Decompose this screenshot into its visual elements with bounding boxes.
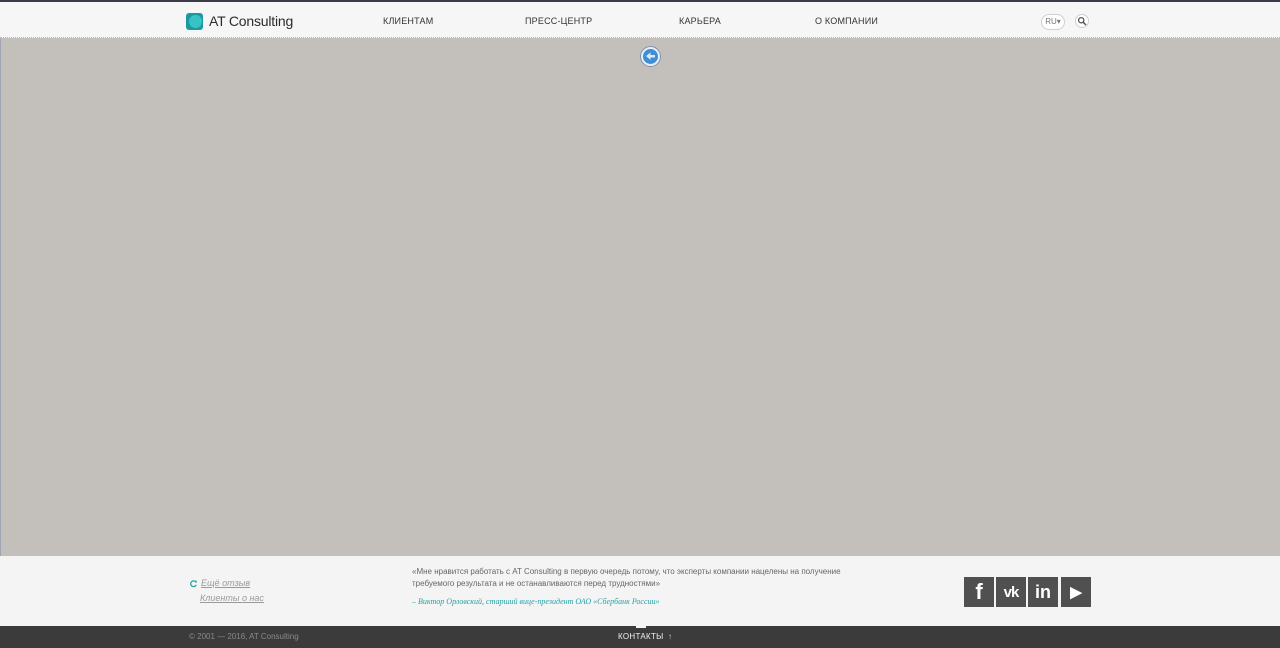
logo-text: AT Consulting <box>209 13 294 29</box>
refresh-icon <box>190 579 197 587</box>
logo[interactable]: AT Consulting <box>186 12 293 30</box>
linkedin-glyph: in <box>1035 581 1051 602</box>
logo-mark-icon <box>186 12 203 30</box>
contacts-tab-notch <box>636 626 646 628</box>
contacts-button[interactable]: КОНТАКТЫ <box>618 632 664 641</box>
more-review-link[interactable]: Ещё отзыв <box>201 578 250 588</box>
nav-item-career[interactable]: КАРЬЕРА <box>679 16 721 26</box>
youtube-icon[interactable]: ▶ <box>1061 577 1091 607</box>
testimonial-quote: «Мне нравится работать с AT Consulting в… <box>412 567 841 588</box>
site-footer: Ещё отзыв Клиенты о нас «Мне нравится ра… <box>0 556 1280 626</box>
bottom-bar: © 2001 — 2016, AT Consulting КОНТАКТЫ ↑ <box>0 626 1280 648</box>
nav-item-clients[interactable]: КЛИЕНТАМ <box>383 16 433 26</box>
nav-item-press-center[interactable]: ПРЕСС-ЦЕНТР <box>525 16 592 26</box>
youtube-glyph: ▶ <box>1070 584 1082 601</box>
site-header: AT Consulting КЛИЕНТАМ ПРЕСС-ЦЕНТР КАРЬЕ… <box>0 0 1280 38</box>
vk-icon[interactable]: vk <box>996 577 1026 607</box>
nav-item-about[interactable]: О КОМПАНИИ <box>815 16 878 26</box>
clients-about-us-link[interactable]: Клиенты о нас <box>200 593 264 603</box>
facebook-icon[interactable]: f <box>964 577 994 607</box>
facebook-glyph: f <box>975 579 983 604</box>
testimonial-author: – Виктор Орловский, старший вице-президе… <box>412 597 660 606</box>
map-area[interactable] <box>0 39 1280 556</box>
map-marker-icon[interactable] <box>640 46 661 67</box>
more-review-link-wrap[interactable]: Ещё отзыв <box>189 578 250 588</box>
language-selector[interactable]: RU▾ <box>1041 14 1065 30</box>
search-icon[interactable] <box>1075 14 1089 28</box>
linkedin-icon[interactable]: in <box>1028 577 1058 607</box>
copyright: © 2001 — 2016, AT Consulting <box>189 632 299 641</box>
vk-glyph: vk <box>1003 583 1020 601</box>
arrow-up-icon[interactable]: ↑ <box>668 632 672 641</box>
